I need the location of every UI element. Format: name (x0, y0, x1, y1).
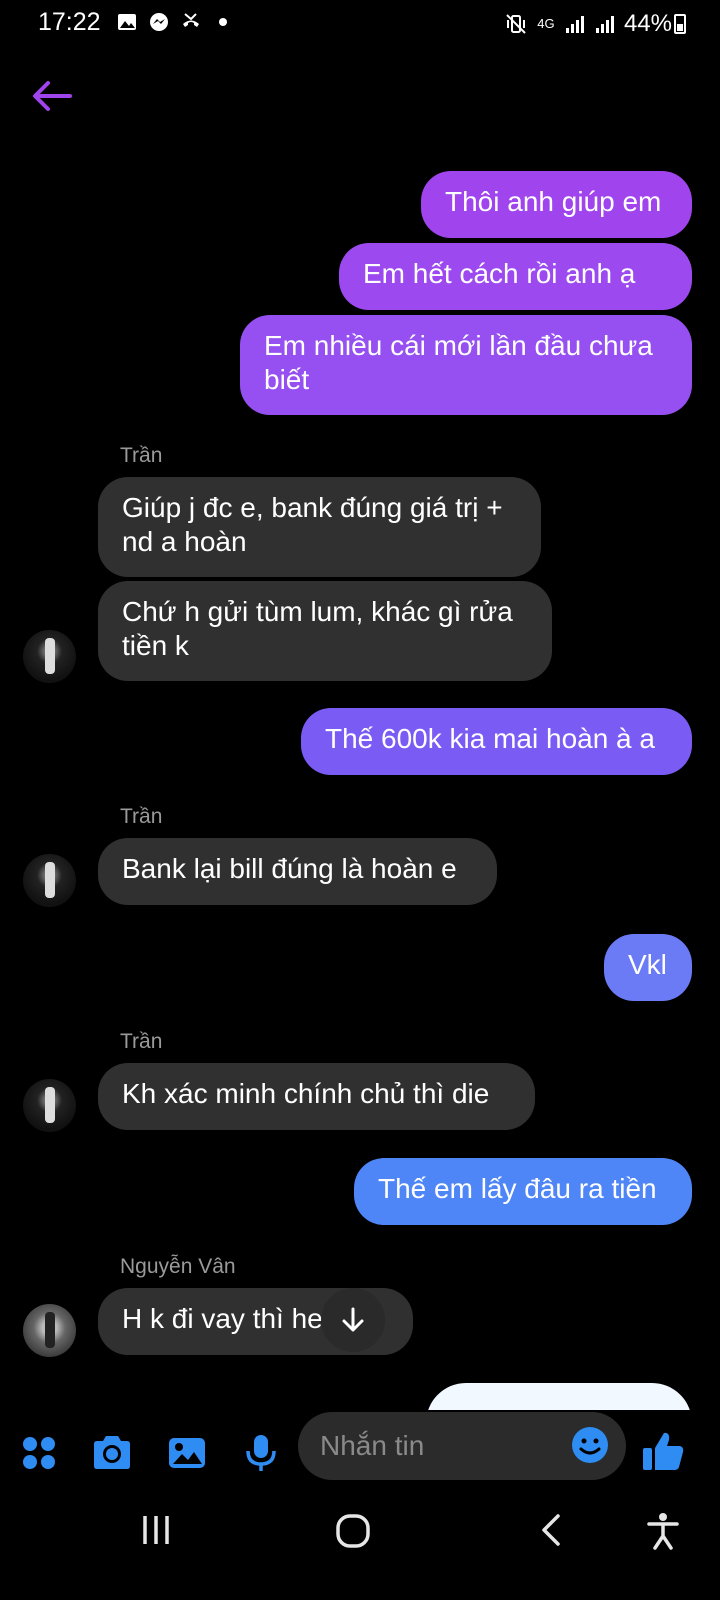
message-bubble-outgoing[interactable]: Thế em lấy đâu ra tiền (354, 1158, 692, 1225)
back-nav-icon[interactable] (536, 1512, 566, 1548)
battery-icon (674, 14, 686, 34)
sender-name: Nguyễn Vân (120, 1255, 236, 1278)
message-bubble-incoming[interactable]: Kh xác minh chính chủ thì die (98, 1063, 535, 1130)
signal-icon-2 (595, 16, 614, 33)
system-nav-bar (0, 1490, 720, 1600)
sender-name: Trần (120, 805, 163, 828)
avatar[interactable] (23, 854, 76, 907)
sender-name: Trần (120, 1030, 163, 1053)
message-bubble-outgoing[interactable]: Thôi anh giúp em (421, 171, 692, 238)
gallery-icon[interactable] (166, 1432, 208, 1474)
signal-icon (565, 16, 584, 33)
recent-apps-icon[interactable] (138, 1512, 174, 1548)
message-input-placeholder: Nhắn tin (320, 1430, 425, 1461)
message-bubble-outgoing[interactable]: Em nhiều cái mới lần đầu chưa biết (240, 315, 692, 415)
gallery-notification-icon (118, 14, 136, 30)
dot-icon (219, 18, 227, 26)
thumbs-up-icon[interactable] (640, 1428, 686, 1474)
message-bubble-incoming[interactable]: Chứ h gửi tùm lum, khác gì rửa tiền k (98, 581, 552, 681)
message-bubble-incoming[interactable]: Bank lại bill đúng là hoàn e (98, 838, 497, 905)
arrow-down-icon (342, 1307, 364, 1332)
accessibility-icon[interactable] (646, 1512, 680, 1550)
status-bar: 17:22 4G 44% (0, 0, 720, 46)
avatar[interactable] (23, 1304, 76, 1357)
back-arrow-icon[interactable] (30, 76, 74, 116)
message-input[interactable]: Nhắn tin (298, 1412, 626, 1480)
sender-name: Trần (120, 444, 163, 467)
vibrate-icon (506, 14, 526, 34)
missed-call-icon (183, 13, 199, 27)
message-bubble-outgoing[interactable]: Em hết cách rồi anh ạ (339, 243, 692, 310)
scroll-to-bottom-button[interactable] (321, 1288, 385, 1352)
message-bubble-incoming[interactable]: Giúp j đc e, bank đúng giá trị + nd a ho… (98, 477, 541, 577)
emoji-icon[interactable] (570, 1425, 610, 1465)
message-bubble-outgoing[interactable]: Thế 600k kia mai hoàn à a (301, 708, 692, 775)
camera-icon[interactable] (91, 1432, 133, 1474)
home-icon[interactable] (334, 1512, 372, 1550)
avatar[interactable] (23, 1079, 76, 1132)
network-type: 4G (537, 16, 555, 31)
notification-icons (116, 11, 234, 33)
battery-percent: 44% (623, 10, 672, 37)
status-right: 4G 44% (504, 10, 672, 38)
message-bubble-outgoing[interactable]: Vkl (604, 934, 692, 1001)
apps-menu-icon[interactable] (18, 1432, 60, 1474)
messenger-notification-icon (150, 13, 168, 31)
status-time: 17:22 (38, 8, 101, 36)
avatar[interactable] (23, 630, 76, 683)
composer-bar: Nhắn tin (0, 1410, 720, 1490)
microphone-icon[interactable] (240, 1432, 282, 1474)
